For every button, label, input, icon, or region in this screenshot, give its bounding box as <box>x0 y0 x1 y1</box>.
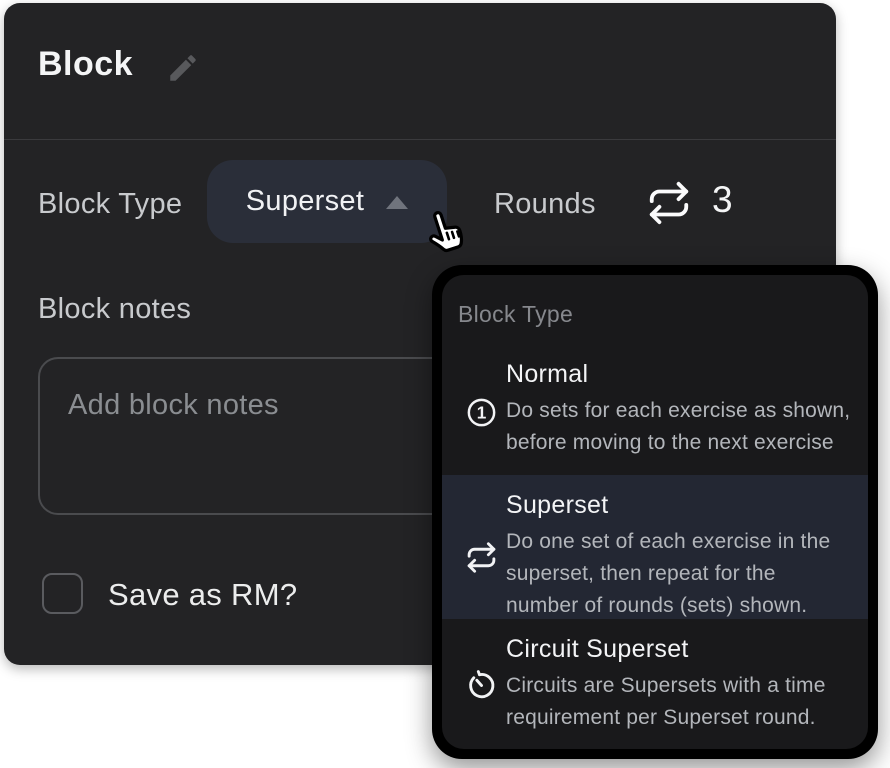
chevron-up-icon <box>386 196 408 209</box>
save-rm-checkbox[interactable] <box>42 573 83 614</box>
block-type-dropdown-button[interactable]: Superset <box>207 160 447 243</box>
page-title: Block <box>38 45 133 84</box>
pencil-icon[interactable] <box>166 51 200 85</box>
block-type-selected-value: Superset <box>246 185 364 218</box>
block-notes-label: Block notes <box>38 293 191 326</box>
save-rm-label: Save as RM? <box>108 577 297 613</box>
option-title: Circuit Superset <box>506 633 852 665</box>
rounds-value[interactable]: 3 <box>712 179 733 221</box>
dropdown-header: Block Type <box>442 275 868 344</box>
option-description: Do sets for each exercise as shown, befo… <box>506 395 852 459</box>
repeat-icon <box>646 180 692 226</box>
option-title: Superset <box>506 489 852 521</box>
option-title: Normal <box>506 358 852 390</box>
svg-text:1: 1 <box>476 402 486 422</box>
option-normal[interactable]: 1 Normal Do sets for each exercise as sh… <box>442 344 868 476</box>
number-one-circle-icon: 1 <box>458 358 504 476</box>
block-type-dropdown-menu: Block Type 1 Normal Do sets for each exe… <box>432 265 878 759</box>
page: { "card": { "title": "Block", "edit_icon… <box>0 0 890 768</box>
option-description: Circuits are Supersets with a time requi… <box>506 670 852 734</box>
rounds-label: Rounds <box>494 188 596 221</box>
timer-icon <box>458 633 504 749</box>
option-description: Do one set of each exercise in the super… <box>506 526 852 622</box>
repeat-icon <box>458 489 504 619</box>
header-divider <box>4 139 836 140</box>
block-type-dropdown-panel: Block Type 1 Normal Do sets for each exe… <box>442 275 868 749</box>
option-superset[interactable]: Superset Do one set of each exercise in … <box>442 475 868 619</box>
block-type-label: Block Type <box>38 188 182 221</box>
option-circuit-superset[interactable]: Circuit Superset Circuits are Supersets … <box>442 619 868 749</box>
